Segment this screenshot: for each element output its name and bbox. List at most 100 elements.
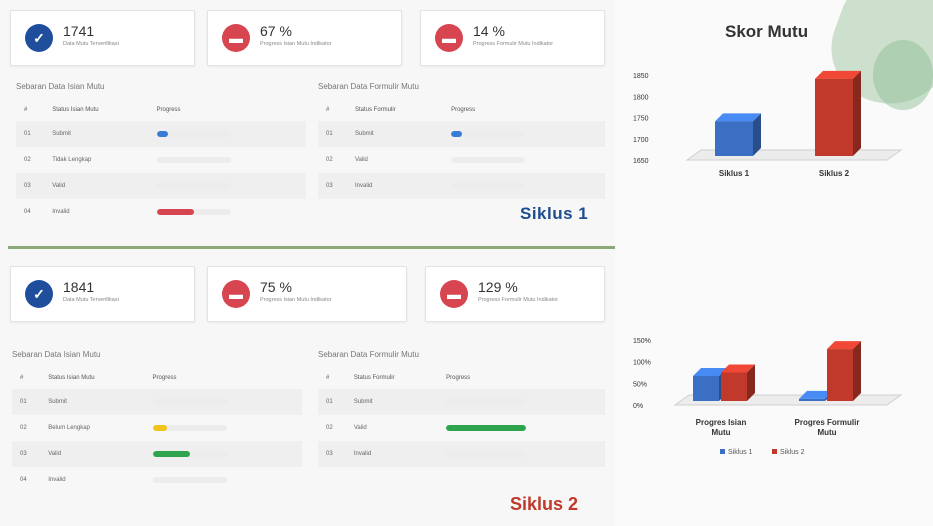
x-tick-label: Progres Formulir (795, 418, 860, 427)
verified-data-desc: Data Mutu Terverifikasi (63, 297, 119, 303)
progress-fill (156, 209, 194, 215)
progress-bar (156, 157, 231, 163)
y-tick-label: 150% (633, 338, 651, 345)
isian-table-title: Sebaran Data Isian Mutu (16, 82, 105, 91)
col-status: Status Formulir (353, 375, 395, 381)
bar (721, 372, 747, 401)
section-divider (8, 246, 615, 249)
x-tick-label: Siklus 2 (819, 169, 850, 178)
verified-data-card: ✓ 1841 Data Mutu Terverifikasi (10, 266, 195, 322)
formulir-progress-desc: Progress Formulir Mutu Indikator (478, 297, 559, 303)
isian-progress-desc: Progress Isian Mutu Indikator (260, 41, 332, 47)
col-number: # (326, 375, 330, 381)
folder-icon: ▬ (222, 24, 250, 52)
table-row: 02 Valid (318, 147, 605, 173)
bar-top (815, 70, 861, 79)
progress-fill (152, 451, 190, 457)
progress-bar (451, 131, 526, 137)
folder-icon: ▬ (435, 24, 463, 52)
table-row: 02 Valid (318, 415, 605, 441)
table-row: 01 Submit (12, 389, 302, 415)
y-tick-label: 0% (633, 403, 643, 410)
progress-bar (156, 183, 231, 189)
x-tick-label: Mutu (817, 428, 836, 437)
table-row: 02 Belum Lengkap (12, 415, 302, 441)
formulir-progress-card: ▬ 14 % Progress Formulir Mutu Indikator (420, 10, 605, 66)
bar-side (853, 70, 861, 156)
bar-top (715, 113, 761, 122)
isian-progress-card: ▬ 75 % Progress Isian Mutu Indikator (207, 266, 407, 322)
check-circle-icon: ✓ (25, 280, 53, 308)
y-tick-label: 50% (633, 381, 647, 388)
x-tick-label: Siklus 1 (719, 169, 750, 178)
dashboard-panel: ✓ 1741 Data Mutu Terverifikasi ▬ 67 % Pr… (0, 0, 615, 526)
isian-progress-value: 67 % (260, 23, 292, 39)
x-tick-label: Progres Isian (696, 418, 747, 427)
formulir-mutu-table: Sebaran Data Formulir Mutu # Status Formu… (318, 82, 605, 199)
col-status: Status Isian Mutu (52, 107, 99, 113)
progress-fill (156, 131, 168, 137)
table-row: 01 Submit (318, 121, 605, 147)
progress-fill (152, 425, 168, 431)
y-tick-label: 1650 (633, 158, 649, 165)
legend-label: Siklus 2 (780, 449, 805, 456)
isian-mutu-table: Sebaran Data Isian Mutu # Status Isian Mu… (16, 82, 306, 225)
verified-data-desc: Data Mutu Terverifikasi (63, 41, 119, 47)
table-row: 04 Invalid (16, 199, 306, 225)
progress-fill (446, 425, 527, 431)
progress-bar (156, 209, 231, 215)
formulir-mutu-table: Sebaran Data Formulir Mutu # Status Formu… (318, 350, 605, 467)
col-status: Status Isian Mutu (48, 375, 95, 381)
bar (799, 398, 825, 401)
progress-bar (451, 183, 526, 189)
legend-label: Siklus 1 (728, 449, 753, 456)
x-tick-label: Mutu (711, 428, 730, 437)
table-row: 03 Valid (16, 173, 306, 199)
isian-mutu-table: Sebaran Data Isian Mutu # Status Isian Mu… (12, 350, 302, 493)
table-row: 03 Valid (12, 441, 302, 467)
bar (693, 375, 719, 401)
progress-bar (446, 451, 527, 457)
formulir-progress-desc: Progress Formulir Mutu Indikator (473, 41, 554, 47)
formulir-table-title: Sebaran Data Formulir Mutu (318, 350, 419, 359)
table-row: 03 Invalid (318, 441, 605, 467)
col-number: # (24, 107, 28, 113)
y-tick-label: 1700 (633, 137, 649, 144)
y-tick-label: 1750 (633, 116, 649, 123)
col-status: Status Formulir (354, 107, 396, 113)
progress-bar (152, 425, 227, 431)
formulir-table-title: Sebaran Data Formulir Mutu (318, 82, 419, 91)
chart-title: Skor Mutu (725, 22, 809, 41)
col-number: # (326, 107, 330, 113)
verified-data-card: ✓ 1741 Data Mutu Terverifikasi (10, 10, 195, 66)
col-progress: Progress (152, 375, 177, 381)
isian-progress-value: 75 % (260, 279, 292, 295)
bar-side (853, 341, 861, 401)
progres-chart: 0%50%100%150%Progres IsianMutuProgres Fo… (633, 338, 903, 456)
check-circle-icon: ✓ (25, 24, 53, 52)
col-progress: Progress (156, 107, 181, 113)
isian-progress-desc: Progress Isian Mutu Indikator (260, 297, 332, 303)
formulir-progress-value: 129 % (478, 279, 518, 295)
legend-swatch (720, 449, 725, 454)
col-progress: Progress (451, 107, 476, 113)
table-row: 01 Submit (16, 121, 306, 147)
skor-mutu-chart: 1650 1700 1750 1800 1850 Siklus 1 Siklus 2 (633, 70, 903, 178)
folder-icon: ▬ (222, 280, 250, 308)
progress-fill (451, 131, 463, 137)
table-row: 01 Submit (318, 389, 605, 415)
col-progress: Progress (446, 375, 471, 381)
bar (827, 349, 853, 401)
progress-bar (152, 399, 227, 405)
col-number: # (20, 375, 24, 381)
progress-bar (152, 451, 227, 457)
verified-data-value: 1741 (63, 23, 95, 39)
isian-progress-card: ▬ 67 % Progress Isian Mutu Indikator (207, 10, 402, 66)
bar (715, 121, 753, 156)
progress-bar (451, 157, 526, 163)
formulir-progress-card: ▬ 129 % Progress Formulir Mutu Indikator (425, 266, 605, 322)
y-tick-label: 100% (633, 360, 651, 367)
y-tick-label: 1800 (633, 94, 649, 101)
isian-table-title: Sebaran Data Isian Mutu (12, 350, 101, 359)
siklus-1-label: Siklus 1 (520, 204, 589, 223)
